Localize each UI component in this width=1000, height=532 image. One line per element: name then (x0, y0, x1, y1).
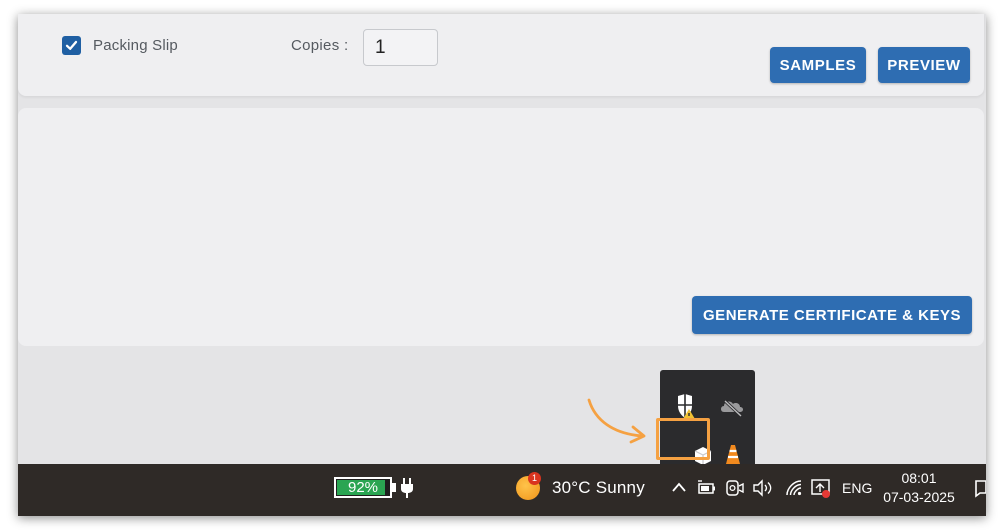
battery-percent: 92% (347, 479, 379, 496)
packing-slip-checkbox[interactable] (62, 36, 81, 55)
remote-access-icon[interactable] (810, 478, 832, 500)
onedrive-offline-icon[interactable] (717, 392, 747, 422)
battery-indicator[interactable]: 92% (334, 477, 392, 498)
charging-plug-icon (401, 478, 413, 498)
notification-center-icon[interactable] (974, 479, 986, 499)
packing-slip-label: Packing Slip (93, 37, 178, 54)
samples-button[interactable]: SAMPLES (770, 47, 866, 83)
clock[interactable]: 08:01 07-03-2025 (878, 469, 960, 507)
windows-taskbar: 92% 1 30°C Sunny ENG 08:01 07-03-2025 (18, 464, 986, 516)
wifi-icon[interactable] (784, 478, 804, 498)
preview-button[interactable]: PREVIEW (878, 47, 970, 83)
copies-input[interactable] (363, 29, 438, 66)
language-indicator[interactable]: ENG (842, 480, 872, 497)
checkmark-icon (65, 40, 78, 50)
battery-saver-icon[interactable] (696, 478, 718, 498)
weather-text[interactable]: 30°C Sunny (552, 478, 645, 498)
copies-label: Copies : (291, 37, 349, 54)
chevron-up-icon[interactable] (670, 478, 688, 498)
annotation-arrow-icon (587, 398, 646, 444)
weather-badge: 1 (528, 472, 541, 485)
app-window: Packing Slip Copies : SAMPLES PREVIEW GE… (18, 14, 986, 516)
camera-in-use-icon[interactable] (724, 478, 746, 498)
highlighted-tray-icon-box (656, 418, 710, 460)
generate-certificate-keys-button[interactable]: GENERATE CERTIFICATE & KEYS (692, 296, 972, 334)
speaker-volume-icon[interactable] (752, 478, 774, 498)
clock-date: 07-03-2025 (883, 489, 955, 505)
battery-terminal (392, 483, 396, 492)
options-panel: Packing Slip Copies : SAMPLES PREVIEW (18, 14, 984, 96)
clock-time: 08:01 (901, 470, 937, 486)
